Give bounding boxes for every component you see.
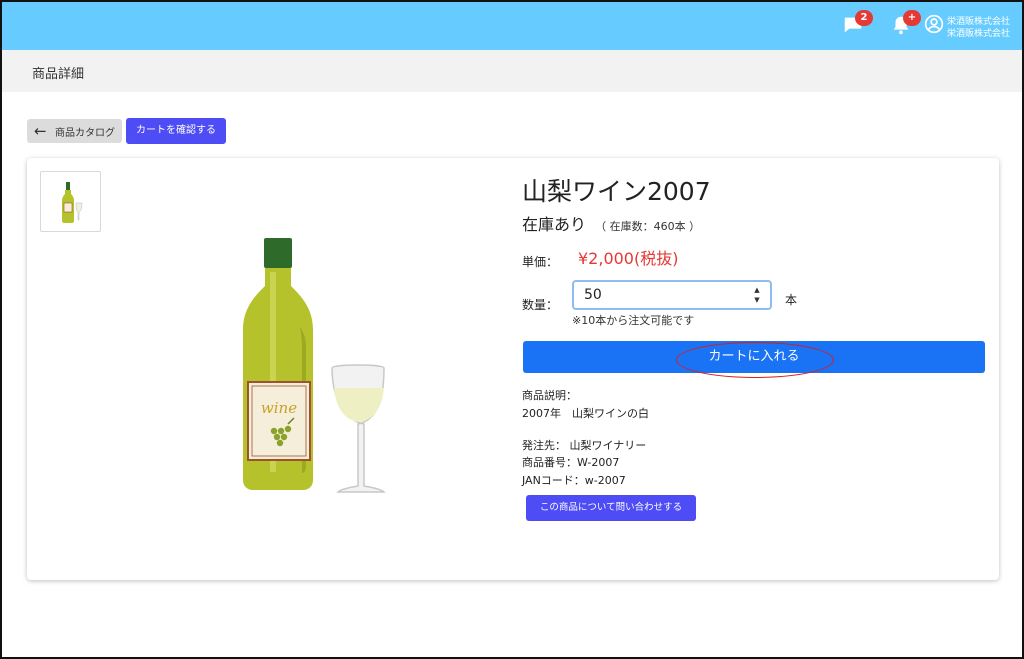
minimum-order-note: ※10本から注文可能です — [572, 314, 695, 327]
view-cart-button[interactable]: カートを確認する — [126, 118, 226, 144]
wine-bottle-image: wine — [243, 238, 386, 493]
chat-button[interactable]: 2 — [842, 10, 873, 38]
product-name: 山梨ワイン2007 — [522, 177, 711, 206]
stock-status: 在庫あり — [522, 215, 587, 234]
back-button-label: 商品カタログ — [55, 128, 115, 139]
label-wine-text: wine — [261, 399, 297, 417]
add-to-cart-button[interactable]: カートに入れる — [523, 341, 985, 373]
stepper-down-icon[interactable]: ▼ — [752, 295, 762, 305]
description-label: 商品説明： — [522, 389, 577, 402]
company-name[interactable]: 栄酒販株式会社 栄酒販株式会社 — [947, 16, 1010, 40]
wine-thumbnail-image — [62, 182, 83, 223]
quantity-value: 50 — [584, 287, 602, 303]
supplier-info: 発注先： 山梨ワイナリー — [522, 439, 647, 452]
product-number: 商品番号：W-2007 — [522, 456, 620, 469]
price-value: ¥2,000(税抜) — [578, 249, 679, 268]
description-text: 2007年 山梨ワインの白 — [522, 407, 649, 420]
jan-code: JANコード：w-2007 — [522, 474, 626, 487]
account-button[interactable] — [924, 14, 948, 38]
stock-count: （ 在庫数：460本 ） — [595, 220, 701, 233]
product-main-image: wine — [230, 232, 400, 497]
company-line-2: 栄酒販株式会社 — [947, 29, 1011, 39]
notification-badge: + — [903, 10, 921, 26]
product-thumbnail[interactable] — [40, 171, 101, 232]
stepper-up-icon[interactable]: ▲ — [752, 285, 762, 295]
quantity-input[interactable]: 50 ▲ ▼ — [572, 280, 772, 310]
notification-button[interactable]: + — [890, 10, 921, 38]
quantity-label: 数量： — [522, 298, 559, 312]
page-header: 商品詳細 — [2, 50, 1022, 92]
product-inquiry-button[interactable]: この商品について問い合わせする — [526, 495, 696, 521]
chat-badge: 2 — [855, 10, 873, 26]
arrow-left-icon: ← — [34, 122, 47, 140]
quantity-unit: 本 — [785, 293, 798, 307]
back-to-catalog-button[interactable]: ← 商品カタログ — [27, 119, 122, 143]
top-app-bar: 2 + 栄酒販株式会社 栄酒販株式会社 — [2, 2, 1022, 50]
page-title: 商品詳細 — [32, 67, 85, 82]
quantity-stepper[interactable]: ▲ ▼ — [752, 285, 762, 305]
stock-info: 在庫あり （ 在庫数：460本 ） — [522, 211, 700, 235]
account-icon — [924, 14, 944, 34]
price-label: 単価： — [522, 255, 559, 269]
company-line-1: 栄酒販株式会社 — [947, 17, 1011, 27]
